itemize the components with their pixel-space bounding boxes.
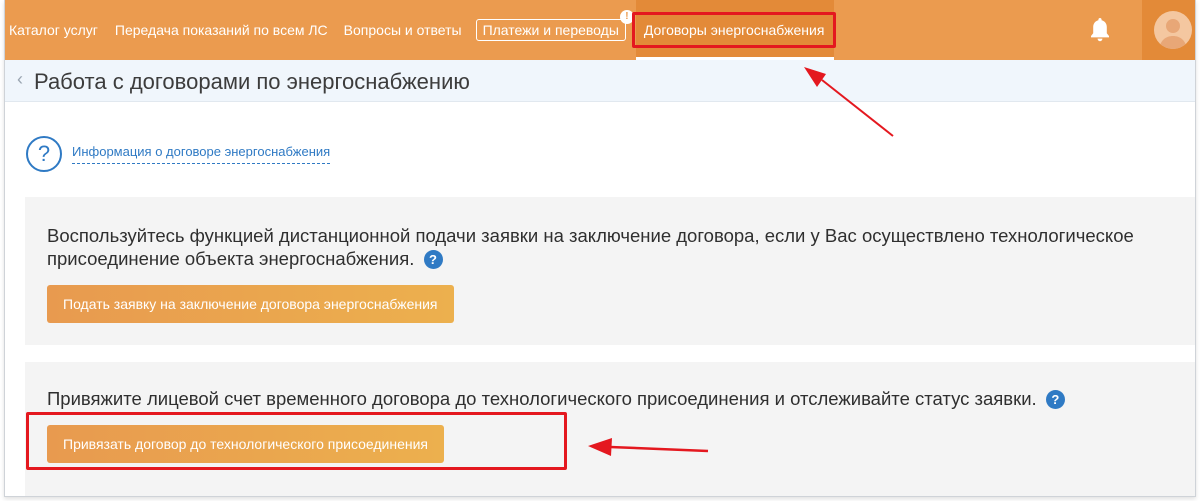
help-icon[interactable]: ? bbox=[423, 250, 443, 269]
nav-item-meter-readings[interactable]: Передача показаний по всем ЛС bbox=[115, 22, 328, 38]
question-circle-icon[interactable]: ? bbox=[26, 136, 62, 172]
apply-contract-description: Воспользуйтесь функцией дистанционной по… bbox=[47, 224, 1134, 270]
apply-contract-text-line2: присоединение объекта энергоснабжения. bbox=[47, 248, 415, 269]
nav-item-payments[interactable]: Платежи и переводы ! bbox=[475, 10, 634, 41]
page-title: Работа с договорами по энергоснабжению bbox=[34, 69, 470, 94]
main-nav: Каталог услуг Передача показаний по всем… bbox=[9, 0, 835, 60]
nav-item-faq[interactable]: Вопросы и ответы bbox=[344, 22, 462, 38]
app-window: Каталог услуг Передача показаний по всем… bbox=[4, 0, 1196, 497]
chevron-left-icon[interactable]: ‹ bbox=[17, 69, 23, 90]
nav-item-catalog[interactable]: Каталог услуг bbox=[9, 22, 98, 38]
bind-contract-text: Привяжите лицевой счет временного догово… bbox=[47, 388, 1037, 409]
avatar-button[interactable] bbox=[1142, 0, 1195, 60]
contract-info-link[interactable]: Информация о договоре энергоснабжения bbox=[72, 144, 331, 164]
bind-contract-card: Привяжите лицевой счет временного догово… bbox=[25, 362, 1195, 496]
top-navigation-bar: Каталог услуг Передача показаний по всем… bbox=[5, 0, 1195, 60]
page-header: ‹ Работа с договорами по энергоснабжению bbox=[5, 60, 1195, 102]
help-icon[interactable]: ? bbox=[1045, 390, 1065, 409]
nav-item-energy-contracts[interactable]: Договоры энергоснабжения bbox=[635, 0, 835, 60]
bind-contract-button[interactable]: Привязать договор до технологического пр… bbox=[47, 425, 445, 463]
user-avatar-icon bbox=[1154, 11, 1192, 49]
bind-contract-description: Привяжите лицевой счет временного догово… bbox=[47, 387, 1065, 410]
apply-contract-card: Воспользуйтесь функцией дистанционной по… bbox=[25, 197, 1195, 345]
notification-badge: ! bbox=[619, 10, 634, 24]
nav-item-payments-label: Платежи и переводы bbox=[482, 22, 619, 38]
apply-contract-text-line1: Воспользуйтесь функцией дистанционной по… bbox=[47, 225, 1134, 246]
bell-icon[interactable] bbox=[1088, 16, 1112, 44]
apply-contract-button[interactable]: Подать заявку на заключение договора эне… bbox=[47, 285, 454, 323]
